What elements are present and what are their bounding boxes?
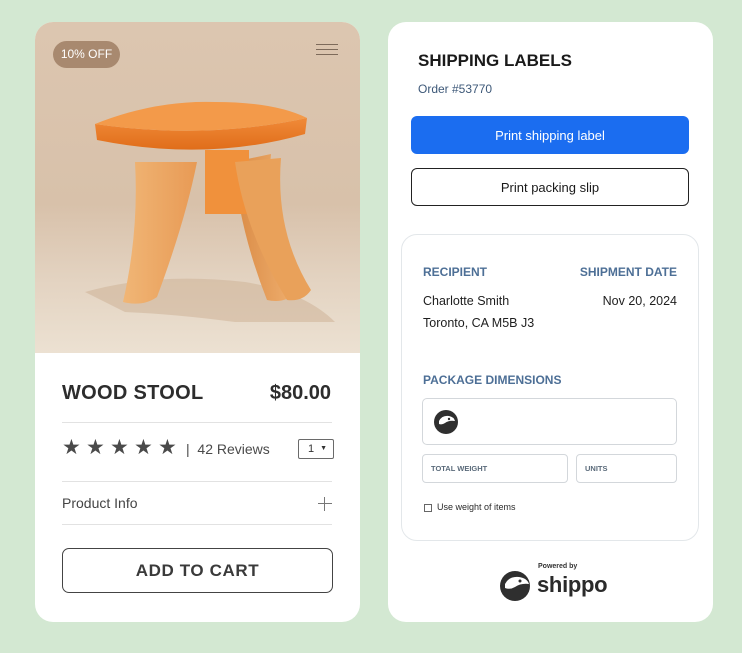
wood-stool-image (85, 101, 335, 322)
total-weight-input[interactable]: TOTAL WEIGHT (422, 454, 568, 483)
print-shipping-label-button[interactable]: Print shipping label (411, 116, 689, 154)
shipping-labels-card: SHIPPING LABELS Order #53770 Print shipp… (388, 22, 713, 622)
star-icon: ★ (134, 436, 153, 459)
rating-row: ★ ★ ★ ★ ★ | 42 Reviews 1 ▼ (62, 436, 334, 460)
shippo-logo: shippo (499, 569, 609, 603)
units-input[interactable]: UNITS (576, 454, 677, 483)
product-title: WOOD STOOL (62, 382, 204, 404)
recipient-name: Charlotte Smith (423, 294, 510, 308)
caret-down-icon: ▼ (320, 445, 327, 452)
divider (62, 524, 332, 525)
hamburger-menu-icon[interactable] (316, 44, 338, 58)
divider (62, 481, 332, 482)
use-weight-checkbox[interactable] (424, 504, 432, 512)
star-icon: ★ (62, 436, 81, 459)
plus-icon[interactable] (318, 497, 332, 511)
print-packing-slip-button[interactable]: Print packing slip (411, 168, 689, 206)
shippo-bird-icon (500, 571, 530, 601)
product-info-accordion[interactable]: Product Info (62, 494, 332, 514)
star-icon: ★ (158, 436, 177, 459)
product-price: $80.00 (269, 382, 331, 404)
shippo-wordmark: shippo (537, 572, 608, 597)
add-to-cart-button[interactable]: ADD TO CART (62, 548, 333, 593)
shipment-date: Nov 20, 2024 (602, 294, 677, 308)
discount-badge: 10% OFF (53, 41, 120, 68)
shippo-bird-icon (434, 410, 458, 434)
package-dimensions-label: PACKAGE DIMENSIONS (423, 373, 562, 387)
product-info-label: Product Info (62, 495, 138, 511)
page-title: SHIPPING LABELS (418, 51, 572, 70)
reviews-count[interactable]: | 42 Reviews (186, 441, 270, 457)
shipment-details-panel: RECIPIENT SHIPMENT DATE Charlotte Smith … (401, 234, 699, 541)
star-icon: ★ (110, 436, 129, 459)
product-image: 10% OFF (35, 22, 360, 353)
star-icon: ★ (86, 436, 105, 459)
recipient-label: RECIPIENT (423, 265, 488, 279)
shipment-date-label: SHIPMENT DATE (579, 265, 677, 279)
use-weight-label: Use weight of items (437, 502, 516, 512)
product-card: 10% OFF WOOD STOOL $80.00 ★ ★ ★ ★ ★ | 42… (35, 22, 360, 622)
divider (62, 422, 332, 423)
recipient-address: Toronto, CA M5B J3 (423, 316, 535, 330)
quantity-select[interactable]: 1 ▼ (298, 439, 334, 459)
order-number: Order #53770 (418, 82, 493, 96)
package-select-input[interactable] (422, 398, 677, 445)
